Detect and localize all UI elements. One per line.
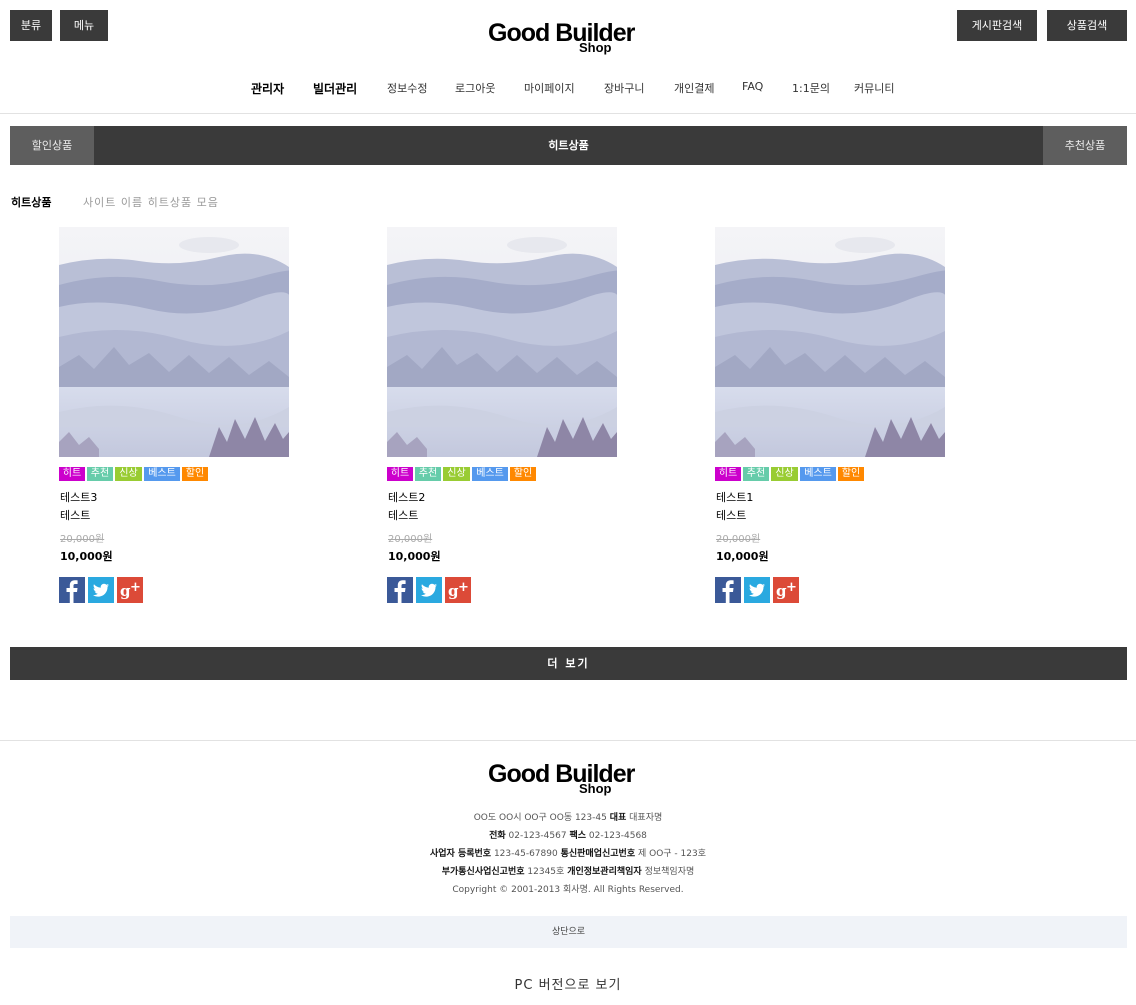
footer-biz-label: 사업자 등록번호 [429,849,492,859]
nav-item-cart[interactable]: 장바구니 [604,80,644,96]
footer-mail-order-label: 통신판매업신고번호 [560,849,636,859]
footer-logo-main-text: Good Builder [488,760,635,788]
product-description: 테스트 [716,509,747,522]
footer-registration-line: 부가통신사업신고번호 12345호 개인정보관리책임자 정보책임자명 [0,864,1136,877]
footer-mail-order-value: 제 OO구 - 123호 [637,849,707,859]
nav-item-inquiry[interactable]: 1:1문의 [792,80,830,96]
load-more-button[interactable]: 더 보기 [10,647,1127,680]
product-tab-bar: 할인상품 히트상품 추천상품 [10,126,1127,165]
footer-tel-value: 02-123-4567 [508,831,567,841]
badge-hit: 히트 [715,467,741,481]
badge-best: 베스트 [144,467,180,481]
nav-item-community[interactable]: 커뮤니티 [854,80,894,96]
nav-item-edit-info[interactable]: 정보수정 [387,80,427,96]
badge-sale: 할인 [182,467,208,481]
tab-hit-products[interactable]: 히트상품 [94,126,1043,165]
facebook-share-icon[interactable] [387,577,413,603]
badge-sale: 할인 [510,467,536,481]
footer-biz-value: 123-45-67890 [493,849,558,859]
footer-rep-label: 대표 [609,813,627,823]
footer-address-line: OO도 OO시 OO구 OO동 123-45 대표 대표자명 [0,810,1136,823]
product-name[interactable]: 테스트3 [60,489,97,505]
board-search-button[interactable]: 게시판검색 [957,10,1037,41]
product-description: 테스트 [60,509,91,522]
product-price: 10,000원 [388,550,441,563]
badge-best: 베스트 [472,467,508,481]
footer-vas-label: 부가통신사업신고번호 [441,867,525,877]
nav-item-admin[interactable]: 관리자 [251,80,284,97]
main-nav: 관리자 빌더관리 정보수정 로그아웃 마이페이지 장바구니 개인결제 FAQ 1… [0,80,1136,96]
svg-text:+: + [786,580,797,595]
badge-new: 신상 [443,467,470,481]
product-image[interactable] [387,227,617,457]
google-plus-share-icon[interactable]: g + [773,577,799,603]
site-logo[interactable]: Good Builder Shop [488,20,650,60]
product-original-price: 20,000원 [388,534,433,545]
product-name[interactable]: 테스트2 [388,489,425,505]
logo-main-text: Good Builder [488,19,635,47]
badge-recommend: 추천 [415,467,441,481]
product-card: 히트 추천 신상 베스트 할인 테스트3 테스트 20,000원 10,000원… [59,227,289,607]
footer-logo: Good Builder Shop [488,761,650,801]
nav-item-personal-payment[interactable]: 개인결제 [674,80,714,96]
product-card: 히트 추천 신상 베스트 할인 테스트1 테스트 20,000원 10,000원… [715,227,945,607]
product-original-price: 20,000원 [716,534,761,545]
logo-sub-text: Shop [579,40,612,55]
product-name[interactable]: 테스트1 [716,489,753,505]
product-original-price: 20,000원 [60,534,105,545]
menu-button[interactable]: 메뉴 [60,10,108,41]
footer-business-line: 사업자 등록번호 123-45-67890 통신판매업신고번호 제 OO구 - … [0,846,1136,859]
twitter-share-icon[interactable] [744,577,770,603]
svg-text:+: + [458,580,469,595]
badge-recommend: 추천 [87,467,113,481]
footer-privacy-label: 개인정보관리책임자 [567,867,642,877]
nav-item-logout[interactable]: 로그아웃 [455,80,495,96]
product-search-button[interactable]: 상품검색 [1047,10,1127,41]
back-to-top-button[interactable]: 상단으로 [10,916,1127,948]
footer-fax-value: 02-123-4568 [588,831,647,841]
nav-item-mypage[interactable]: 마이페이지 [524,80,575,96]
footer-logo-sub-text: Shop [579,781,612,796]
footer-address: OO도 OO시 OO구 OO동 123-45 [473,813,607,823]
footer-privacy-value: 정보책임자명 [644,867,695,877]
pc-version-link[interactable]: PC 버전으로 보기 [0,974,1136,993]
nav-item-faq[interactable]: FAQ [742,80,763,93]
badge-new: 신상 [115,467,142,481]
badge-recommend: 추천 [743,467,769,481]
twitter-share-icon[interactable] [88,577,114,603]
twitter-share-icon[interactable] [416,577,442,603]
section-subtitle: 사이트 이름 히트상품 모음 [83,196,219,209]
tab-sale-products[interactable]: 할인상품 [10,126,94,165]
badge-hit: 히트 [387,467,413,481]
product-image[interactable] [59,227,289,457]
site-footer: Good Builder Shop OO도 OO시 OO구 OO동 123-45… [0,740,1136,1005]
tab-recommended-products[interactable]: 추천상품 [1043,126,1127,165]
category-button[interactable]: 분류 [10,10,52,41]
product-image[interactable] [715,227,945,457]
footer-vas-value: 12345호 [527,867,565,877]
google-plus-share-icon[interactable]: g + [445,577,471,603]
product-price: 10,000원 [716,550,769,563]
footer-fax-label: 팩스 [569,831,586,841]
badge-best: 베스트 [800,467,836,481]
footer-rep-value: 대표자명 [629,813,663,823]
google-plus-share-icon[interactable]: g + [117,577,143,603]
badge-new: 신상 [771,467,798,481]
section-title: 히트상품 [11,196,52,209]
nav-item-builder-admin[interactable]: 빌더관리 [313,80,357,97]
footer-copyright: Copyright © 2001-2013 회사명. All Rights Re… [452,885,684,895]
badge-hit: 히트 [59,467,85,481]
badge-sale: 할인 [838,467,864,481]
svg-text:+: + [130,580,141,595]
product-price: 10,000원 [60,550,113,563]
footer-contact-line: 전화 02-123-4567 팩스 02-123-4568 [0,828,1136,841]
product-card: 히트 추천 신상 베스트 할인 테스트2 테스트 20,000원 10,000원… [387,227,617,607]
site-header: 분류 메뉴 Good Builder Shop 게시판검색 상품검색 관리자 빌… [0,0,1136,114]
facebook-share-icon[interactable] [715,577,741,603]
product-description: 테스트 [388,509,419,522]
footer-tel-label: 전화 [489,831,506,841]
facebook-share-icon[interactable] [59,577,85,603]
